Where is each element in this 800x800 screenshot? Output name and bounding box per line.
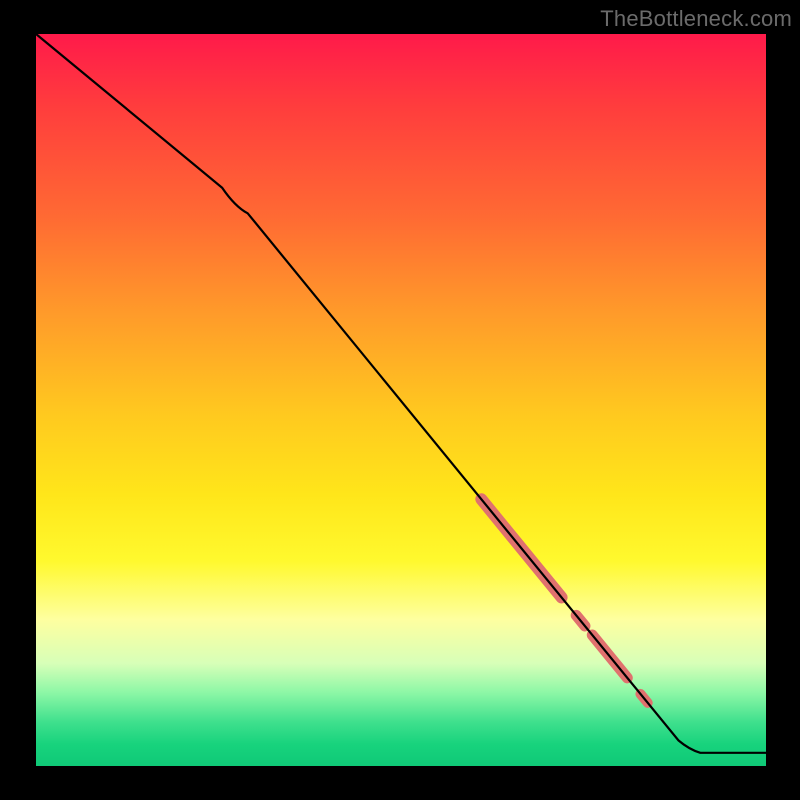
- main-curve-path: [36, 34, 766, 753]
- curve-layer: [36, 34, 766, 766]
- chart-frame: TheBottleneck.com: [0, 0, 800, 800]
- watermark-text: TheBottleneck.com: [600, 6, 792, 32]
